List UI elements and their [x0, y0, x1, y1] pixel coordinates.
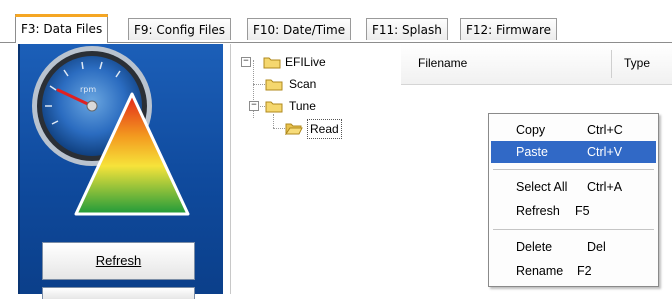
- menu-item-rename[interactable]: Rename F2: [491, 260, 656, 282]
- column-header-filename[interactable]: Filename: [418, 56, 467, 70]
- menu-separator: [493, 169, 654, 170]
- folder-tree[interactable]: − EFILive Scan − Tune Read: [230, 44, 402, 294]
- menu-item-shortcut: Ctrl+C: [587, 123, 623, 137]
- tab-config-files[interactable]: F9: Config Files: [128, 18, 232, 40]
- tab-date-time[interactable]: F10: Date/Time: [247, 18, 352, 40]
- folder-icon: [265, 79, 283, 91]
- tree-label: Scan: [289, 77, 317, 91]
- open-folder-icon: [285, 123, 303, 135]
- menu-item-shortcut: F2: [577, 264, 592, 278]
- tree-label: Tune: [289, 99, 316, 113]
- tree-label: EFILive: [285, 55, 326, 69]
- menu-item-copy[interactable]: Copy Ctrl+C: [491, 119, 656, 141]
- menu-item-label: Paste: [516, 145, 548, 159]
- menu-item-refresh[interactable]: Refresh F5: [491, 200, 656, 222]
- refresh-button[interactable]: Refresh: [42, 242, 195, 280]
- tab-data-files[interactable]: F3: Data Files: [15, 14, 109, 43]
- menu-item-delete[interactable]: Delete Del: [491, 236, 656, 258]
- menu-item-paste[interactable]: Paste Ctrl+V: [491, 141, 656, 163]
- menu-item-label: Select All: [516, 180, 568, 194]
- column-divider[interactable]: [611, 50, 612, 78]
- menu-item-label: Delete: [516, 240, 553, 254]
- secondary-button[interactable]: [42, 287, 195, 299]
- tab-splash[interactable]: F11: Splash: [366, 18, 448, 40]
- tree-connector: [258, 106, 265, 107]
- list-header: Filename Type: [401, 44, 672, 85]
- side-panel: rpm Refresh: [18, 44, 223, 299]
- menu-item-label: Copy: [516, 123, 546, 137]
- context-menu: Copy Ctrl+C Paste Ctrl+V Select All Ctrl…: [488, 113, 659, 287]
- gauge-text: rpm: [80, 85, 96, 94]
- folder-icon: [265, 101, 283, 113]
- folder-icon: [263, 57, 281, 69]
- refresh-button-label: Refresh: [95, 253, 142, 268]
- menu-item-label: Rename: [516, 264, 564, 278]
- menu-item-label: Refresh: [516, 204, 560, 218]
- menu-item-select-all[interactable]: Select All Ctrl+A: [491, 176, 656, 198]
- collapse-icon[interactable]: −: [249, 101, 259, 111]
- menu-separator: [493, 229, 654, 230]
- menu-item-shortcut: Ctrl+A: [587, 180, 623, 194]
- collapse-icon[interactable]: −: [241, 57, 251, 67]
- tree-connector: [253, 84, 265, 85]
- tab-strip: F3: Data Files F9: Config Files F10: Dat…: [0, 0, 672, 45]
- menu-item-shortcut: Del: [587, 240, 606, 254]
- tree-connector: [273, 114, 274, 128]
- gauge-logo-icon: rpm: [32, 46, 190, 216]
- tab-firmware[interactable]: F12: Firmware: [460, 18, 558, 40]
- column-header-type[interactable]: Type: [624, 56, 650, 70]
- tree-connector: [273, 128, 285, 129]
- menu-item-shortcut: Ctrl+V: [587, 145, 623, 159]
- tree-label: Read: [307, 119, 342, 139]
- menu-item-shortcut: F5: [575, 204, 590, 218]
